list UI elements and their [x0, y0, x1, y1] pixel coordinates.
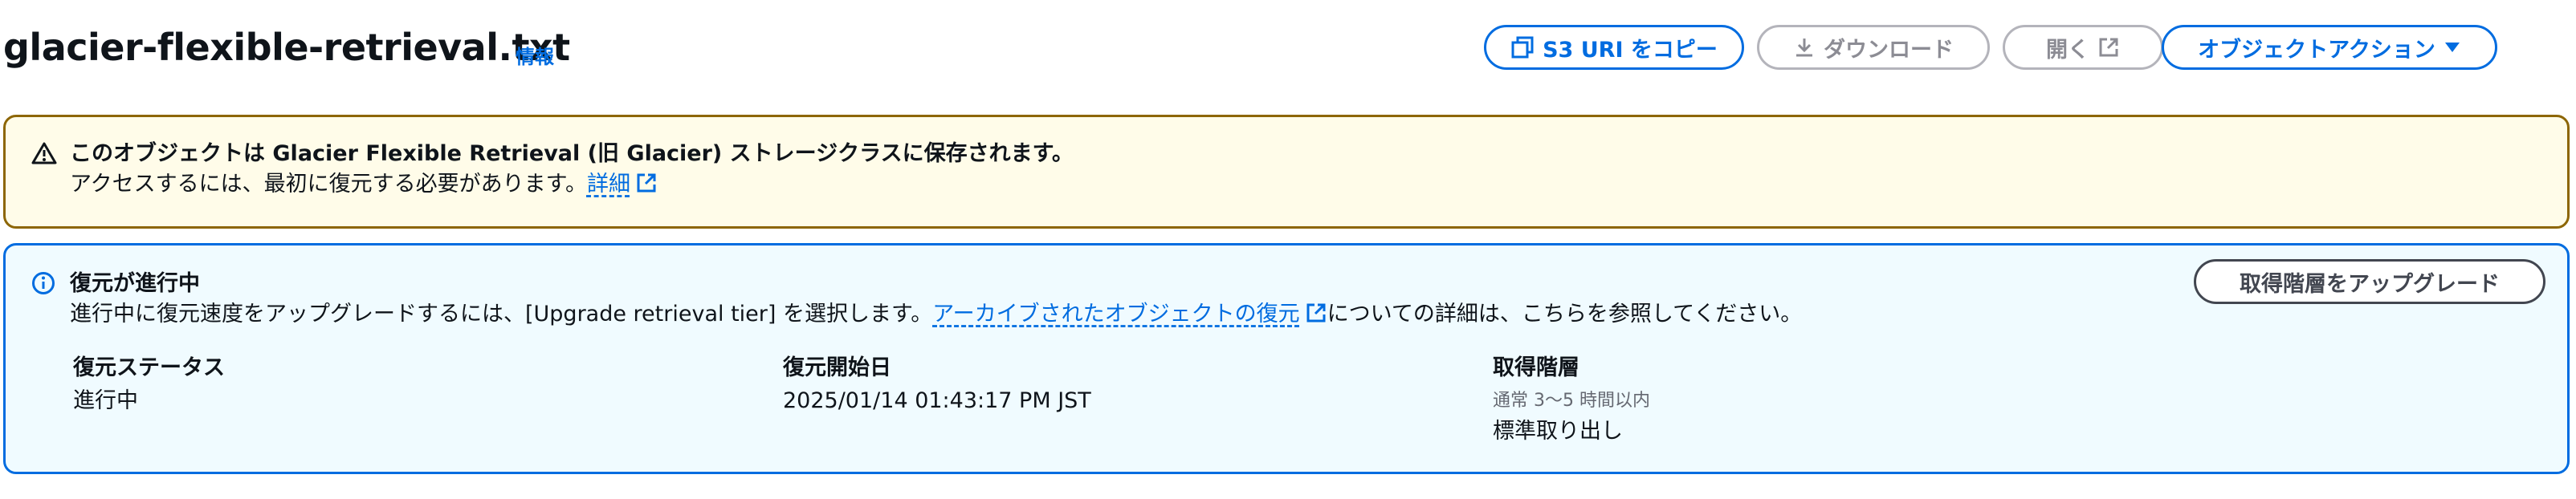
object-header: glacier-flexible-retrieval.txt 情報 S3 URI…: [0, 0, 2576, 103]
archived-object-restore-label: アーカイブされたオブジェクトの復元: [932, 302, 1300, 327]
restore-start-date-label: 復元開始日: [783, 355, 891, 380]
copy-s3-uri-label: S3 URI をコピー: [1543, 37, 1718, 63]
external-link-icon: [2097, 36, 2120, 59]
restore-body: 進行中に復元速度をアップグレードするには、[Upgrade retrieval …: [70, 299, 1802, 333]
upgrade-retrieval-tier-label: 取得階層をアップグレード: [2240, 271, 2500, 297]
restore-body-before: 進行中に復元速度をアップグレードするには、[Upgrade retrieval …: [70, 302, 933, 327]
copy-s3-uri-button[interactable]: S3 URI をコピー: [1484, 25, 1744, 70]
info-link[interactable]: 情報: [516, 45, 554, 69]
restore-start-date-value: 2025/01/14 01:43:17 PM JST: [783, 388, 1091, 413]
restore-title: 復元が進行中: [70, 271, 200, 296]
retrieval-tier-hint: 通常 3～5 時間以内: [1493, 391, 1650, 411]
warning-icon: [31, 141, 57, 168]
download-label: ダウンロード: [1824, 37, 1954, 63]
restore-in-progress-alert: 復元が進行中 進行中に復元速度をアップグレードするには、[Upgrade ret…: [3, 243, 2570, 474]
open-label: 開く: [2046, 37, 2089, 63]
external-link-icon: [635, 172, 658, 203]
restore-body-after: についての詳細は、こちらを参照してください。: [1327, 302, 1803, 327]
storage-class-warning-alert: このオブジェクトは Glacier Flexible Retrieval (旧 …: [3, 115, 2570, 229]
page-title: glacier-flexible-retrieval.txt: [3, 26, 570, 69]
caret-down-icon: [2444, 41, 2461, 54]
warning-title: このオブジェクトは Glacier Flexible Retrieval (旧 …: [70, 141, 1074, 166]
restore-status-value: 進行中: [73, 388, 138, 413]
archived-object-restore-link[interactable]: アーカイブされたオブジェクトの復元: [932, 302, 1327, 327]
object-actions-label: オブジェクトアクション: [2198, 37, 2435, 63]
external-link-icon: [1305, 302, 1327, 333]
upgrade-retrieval-tier-button[interactable]: 取得階層をアップグレード: [2194, 259, 2545, 304]
open-button[interactable]: 開く: [2003, 25, 2163, 70]
warning-body: アクセスするには、最初に復元する必要があります。詳細: [70, 169, 658, 203]
learn-more-link[interactable]: 詳細: [587, 172, 658, 197]
download-button[interactable]: ダウンロード: [1757, 25, 1990, 70]
object-actions-dropdown[interactable]: オブジェクトアクション: [2162, 25, 2497, 70]
retrieval-tier-value: 標準取り出し: [1493, 419, 1623, 444]
copy-icon: [1510, 35, 1535, 59]
restore-status-label: 復元ステータス: [73, 355, 225, 380]
info-icon: [31, 271, 55, 298]
warning-body-text: アクセスするには、最初に復元する必要があります。: [70, 172, 587, 197]
learn-more-label: 詳細: [586, 172, 630, 197]
retrieval-tier-label: 取得階層: [1493, 355, 1579, 380]
download-icon: [1793, 36, 1816, 59]
